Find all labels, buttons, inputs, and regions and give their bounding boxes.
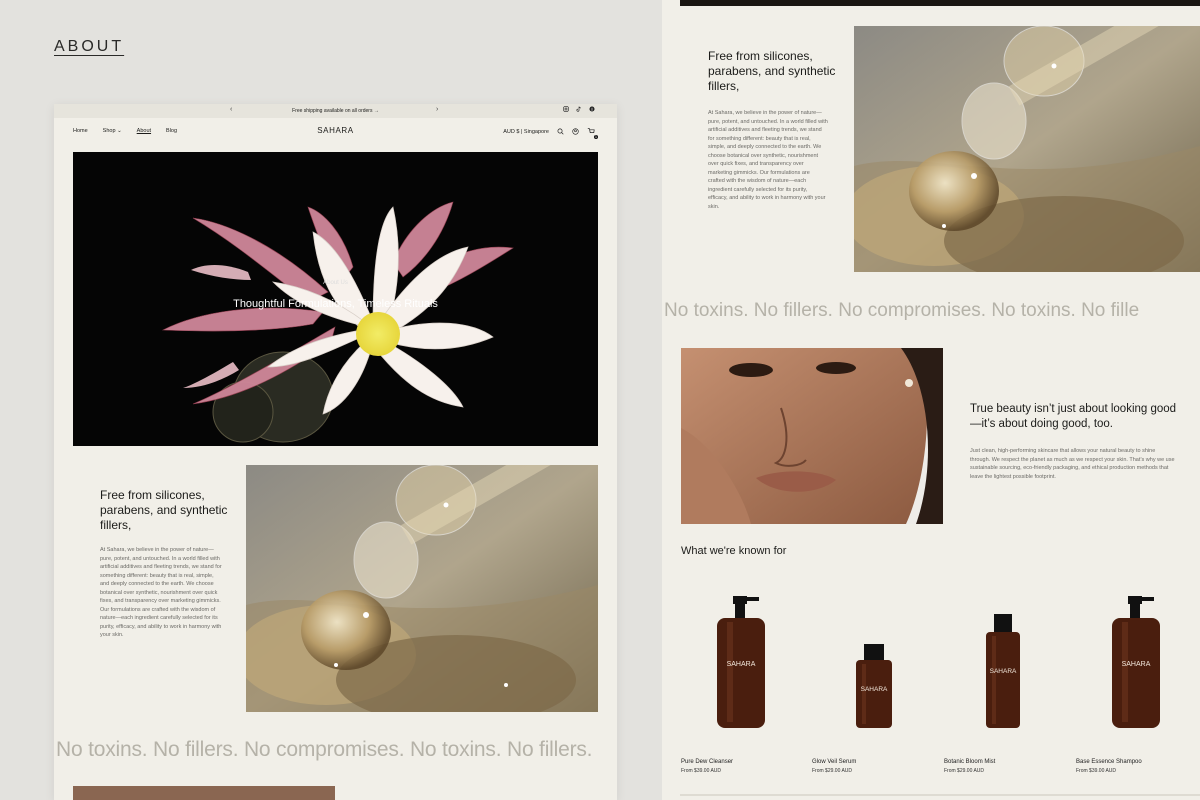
bottle-label: SAHARA — [1122, 661, 1151, 668]
known-for-title: What we're known for — [681, 545, 787, 557]
product-image-serum-bottle: SAHARA — [856, 644, 892, 728]
cart-count-badge: 1 — [594, 135, 598, 139]
serum-drop-image — [246, 465, 598, 712]
product-card[interactable]: SAHARA Pure Dew Cleanser From $39.00 AUD — [681, 586, 801, 786]
product-name[interactable]: Glow Veil Serum — [812, 759, 856, 765]
header-actions: AUD $ | Singapore 1 — [503, 127, 598, 139]
intro-heading: Free from silicones, parabens, and synth… — [708, 49, 836, 93]
product-price: From $29.00 AUD — [812, 768, 853, 774]
product-price: From $39.00 AUD — [681, 768, 722, 774]
tiktok-icon[interactable] — [576, 106, 582, 114]
bottle-label: SAHARA — [861, 686, 888, 693]
divider — [680, 794, 1200, 796]
page-title: ABOUT — [54, 38, 125, 55]
portrait-image — [681, 348, 943, 524]
product-price: From $29.00 AUD — [944, 768, 985, 774]
main-nav: Home Shop ⌄ About Blog SAHARA AUD $ | Si… — [54, 118, 617, 144]
instagram-icon[interactable] — [563, 106, 569, 114]
serum-drop-image — [854, 26, 1200, 272]
hero-eyebrow: About Us — [323, 280, 348, 286]
bottle-label: SAHARA — [990, 668, 1017, 675]
product-name[interactable]: Pure Dew Cleanser — [681, 759, 733, 765]
intro-heading: Free from silicones, parabens, and synth… — [100, 488, 228, 532]
intro-body: At Sahara, we believe in the power of na… — [708, 110, 828, 210]
announcement-text: Free shipping available on all orders → — [292, 108, 379, 114]
product-grid: SAHARA Pure Dew Cleanser From $39.00 AUD… — [681, 586, 1200, 786]
product-card[interactable]: SAHARA Glow Veil Serum From $29.00 AUD — [812, 586, 932, 786]
locale-selector[interactable]: AUD $ | Singapore — [503, 129, 549, 135]
beauty-heading: True beauty isn’t just about looking goo… — [970, 403, 1177, 430]
bottle-label: SAHARA — [727, 661, 756, 668]
product-name[interactable]: Botanic Bloom Mist — [944, 759, 995, 765]
portrait-image-peek — [73, 786, 335, 800]
account-icon[interactable] — [572, 127, 579, 137]
hero-title: Thoughtful Formulations, Timeless Ritual… — [233, 298, 438, 310]
hero-banner: About Us Thoughtful Formulations, Timele… — [73, 152, 598, 446]
product-card[interactable]: SAHARA Base Essence Shampoo From $39.00 … — [1076, 586, 1196, 786]
hero-bottom-edge — [680, 0, 1200, 6]
product-name[interactable]: Base Essence Shampoo — [1076, 759, 1142, 765]
intro-body: At Sahara, we believe in the power of na… — [100, 547, 222, 638]
search-icon[interactable] — [557, 128, 564, 137]
announcement-prev-arrow[interactable]: ‹ — [230, 106, 232, 113]
social-links — [563, 106, 595, 114]
product-image-mist-bottle: SAHARA — [986, 614, 1020, 728]
beauty-body: Just clean, high-performing skincare tha… — [970, 448, 1175, 480]
marquee-banner: No toxins. No fillers. No compromises. N… — [56, 738, 593, 761]
product-card[interactable]: SAHARA Botanic Bloom Mist From $29.00 AU… — [944, 586, 1064, 786]
product-price: From $39.00 AUD — [1076, 768, 1117, 774]
pinterest-icon[interactable] — [589, 106, 595, 114]
product-image-pump-bottle: SAHARA — [1112, 596, 1160, 728]
announcement-bar: ‹ Free shipping available on all orders … — [54, 104, 617, 118]
website-mockup-right: Free from silicones, parabens, and synth… — [662, 0, 1200, 800]
product-image-pump-bottle: SAHARA — [717, 596, 765, 728]
marquee-banner: No toxins. No fillers. No compromises. N… — [664, 300, 1140, 321]
intro-section: Free from silicones, parabens, and synth… — [54, 464, 617, 714]
website-mockup-left: ‹ Free shipping available on all orders … — [54, 104, 617, 800]
cart-icon[interactable]: 1 — [587, 127, 598, 139]
announcement-next-arrow[interactable]: › — [436, 106, 438, 113]
